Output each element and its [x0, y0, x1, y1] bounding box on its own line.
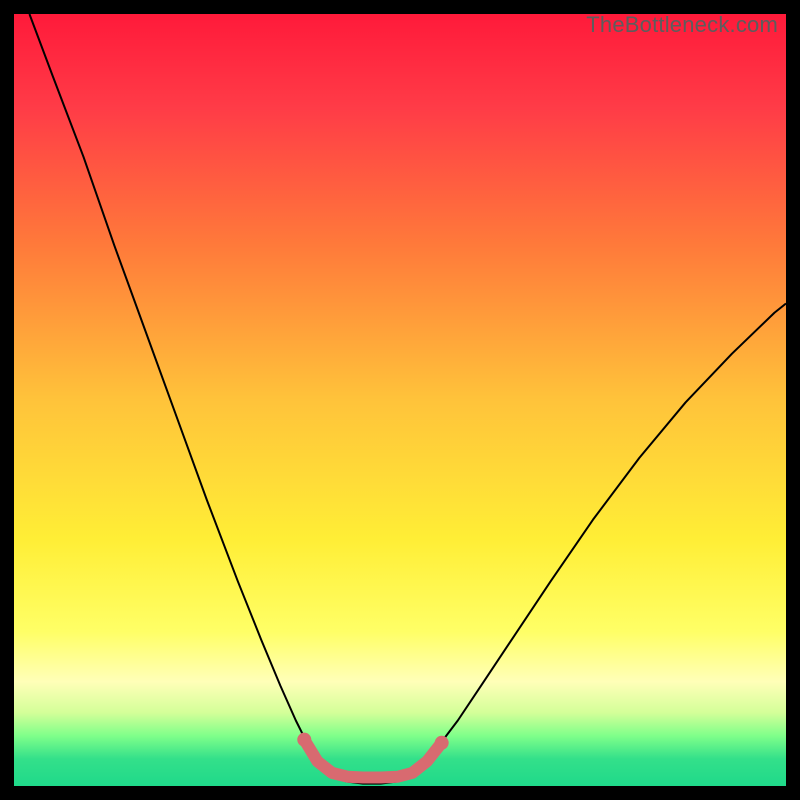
chart-background	[14, 14, 786, 786]
chart-frame: TheBottleneck.com	[0, 0, 800, 800]
watermark-text: TheBottleneck.com	[586, 12, 778, 38]
highlight-endpoint-marker	[435, 736, 449, 750]
chart-svg	[14, 14, 786, 786]
highlight-endpoint-marker	[297, 733, 311, 747]
chart-plot-area	[14, 14, 786, 786]
